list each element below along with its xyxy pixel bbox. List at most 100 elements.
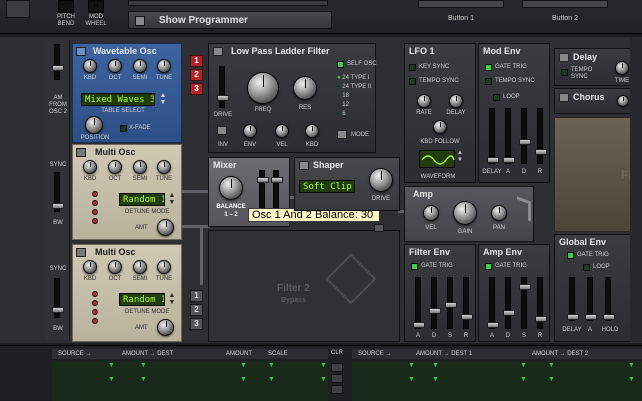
wavetable-position-knob[interactable] [85, 116, 103, 134]
multi1-mode-led-3[interactable] [92, 209, 98, 215]
bus-clr-btn-2[interactable] [331, 374, 343, 383]
filter2-route-3[interactable]: 3 [190, 318, 203, 330]
dropdown-arrow-icon[interactable]: ▼ [548, 362, 555, 369]
dropdown-arrow-icon[interactable]: ▼ [268, 362, 275, 369]
modenv-gate-trig-led[interactable] [485, 64, 492, 71]
dropdown-arrow-icon[interactable]: ▼ [320, 376, 327, 383]
ampenv-gate-trig-led[interactable] [485, 263, 492, 270]
amp-pan-knob[interactable] [491, 205, 507, 221]
pitch-bend-wheel[interactable] [58, 0, 74, 13]
filter1-drive-slider[interactable] [217, 66, 229, 108]
bw-slider-2[interactable] [52, 278, 64, 318]
multi2-mode-led-2[interactable] [92, 300, 98, 306]
dropdown-arrow-icon[interactable]: ▼ [240, 362, 247, 369]
multi2-mode-led-4[interactable] [92, 318, 98, 324]
dropdown-arrow-icon[interactable]: ▼ [408, 376, 415, 383]
filter1-route-2[interactable]: 2 [190, 69, 203, 81]
multi2-semi-knob[interactable] [133, 260, 147, 274]
dropdown-arrow-icon[interactable]: ▼ [432, 362, 439, 369]
wavetable-display[interactable]: Mixed Waves 3 [81, 93, 155, 106]
dropdown-arrow-icon[interactable]: ▼ [408, 362, 415, 369]
filter2-route-1[interactable]: 1 [190, 290, 203, 302]
filterenv-s-slider[interactable] [445, 277, 457, 329]
chorus-power-button[interactable] [559, 93, 569, 102]
multi2-display[interactable]: Random 1 [119, 293, 165, 306]
button1-top[interactable] [418, 0, 504, 8]
global-env-hold-slider[interactable] [603, 277, 615, 321]
multi1-mode-led-4[interactable] [92, 218, 98, 224]
show-programmer-button[interactable]: Show Programmer [128, 11, 332, 29]
osc-mod-slider-top[interactable] [52, 44, 64, 80]
dropdown-arrow-icon[interactable]: ▼ [548, 376, 555, 383]
dropdown-arrow-icon[interactable]: ▼ [520, 376, 527, 383]
wavetable-scroll-arrows[interactable]: ▲ ▼ [158, 92, 168, 106]
lfo1-tempo-sync-led[interactable] [409, 78, 416, 85]
filter1-vel-knob[interactable] [275, 124, 289, 138]
filter1-kbd-knob[interactable] [305, 124, 319, 138]
global-env-gate-trig-led[interactable] [567, 252, 574, 259]
dropdown-arrow-icon[interactable]: ▼ [240, 376, 247, 383]
dropdown-arrow-icon[interactable]: ▼ [520, 362, 527, 369]
shaper-display[interactable]: Soft Clip [299, 180, 355, 193]
filterenv-r-slider[interactable] [461, 277, 473, 329]
filter-type-4[interactable]: ● 12 [337, 102, 349, 109]
multi1-tune-knob[interactable] [157, 160, 171, 174]
wavetable-oct-knob[interactable] [108, 59, 122, 73]
lfo1-key-sync-led[interactable] [409, 64, 416, 71]
amp-vel-knob[interactable] [423, 205, 439, 221]
bw-slider-1[interactable] [52, 172, 64, 212]
multi1-mode-led-1[interactable] [92, 191, 98, 197]
ampenv-r-slider[interactable] [535, 277, 547, 329]
filterenv-gate-trig-led[interactable] [411, 263, 418, 270]
mod-bus-rows-right[interactable] [352, 361, 642, 401]
filter2-route-2[interactable]: 2 [190, 304, 203, 316]
filterenv-d-slider[interactable] [429, 277, 441, 329]
filter1-route-1[interactable]: 1 [190, 55, 203, 67]
multi1-power-button[interactable] [76, 148, 86, 157]
multi2-mode-led-1[interactable] [92, 291, 98, 297]
multi2-amt-knob[interactable] [157, 319, 174, 336]
ampenv-a-slider[interactable] [487, 277, 499, 329]
lfo1-kbd-follow-knob[interactable] [433, 120, 447, 134]
delay-time-knob[interactable] [615, 61, 629, 75]
filter-type-3[interactable]: ● 18 [337, 93, 349, 100]
filter1-inv-button[interactable] [217, 126, 227, 135]
filter1-freq-knob[interactable] [247, 72, 279, 104]
filter1-route-3[interactable]: 3 [190, 83, 203, 95]
dropdown-arrow-icon[interactable]: ▼ [628, 376, 635, 383]
wavetable-power-button[interactable] [76, 47, 86, 56]
modenv-d-slider[interactable] [519, 108, 531, 164]
chorus-knob[interactable] [617, 95, 629, 107]
filter1-res-knob[interactable] [293, 76, 317, 100]
bus-clr-button[interactable]: CLR [330, 350, 344, 357]
filterenv-a-slider[interactable] [413, 277, 425, 329]
dropdown-arrow-icon[interactable]: ▼ [108, 362, 115, 369]
ampenv-s-slider[interactable] [519, 277, 531, 329]
bus-clr-btn-1[interactable] [331, 363, 343, 372]
wavetable-tune-knob[interactable] [157, 59, 171, 73]
dropdown-arrow-icon[interactable]: ▼ [108, 376, 115, 383]
button2-top[interactable] [522, 0, 608, 8]
filter1-power-button[interactable] [213, 47, 223, 56]
delay-tempo-sync-led[interactable] [561, 69, 568, 76]
lfo1-delay-knob[interactable] [449, 94, 463, 108]
patch-selector[interactable] [128, 0, 328, 6]
filter1-mode-button[interactable] [337, 130, 347, 139]
lfo1-waveform-display[interactable] [419, 150, 455, 168]
shaper-drive-knob[interactable] [369, 168, 393, 192]
delay-power-button[interactable] [559, 53, 569, 62]
multi1-scroll-arrows[interactable]: ▲ ▼ [167, 192, 177, 206]
wavetable-semi-knob[interactable] [133, 59, 147, 73]
multi2-oct-knob[interactable] [108, 260, 122, 274]
filter-type-1[interactable]: ● 24 TYPE I [337, 75, 370, 82]
multi2-tune-knob[interactable] [157, 260, 171, 274]
ampenv-d-slider[interactable] [503, 277, 515, 329]
mod-wheel[interactable] [88, 0, 104, 13]
filter2-lock-button[interactable] [374, 224, 384, 232]
filter-type-5[interactable]: ● 6 [337, 111, 346, 118]
dropdown-arrow-icon[interactable]: ▼ [320, 362, 327, 369]
multi2-kbd-knob[interactable] [83, 260, 97, 274]
dropdown-arrow-icon[interactable]: ▼ [140, 376, 147, 383]
modenv-tempo-sync-led[interactable] [485, 78, 492, 85]
dropdown-arrow-icon[interactable]: ▼ [628, 362, 635, 369]
